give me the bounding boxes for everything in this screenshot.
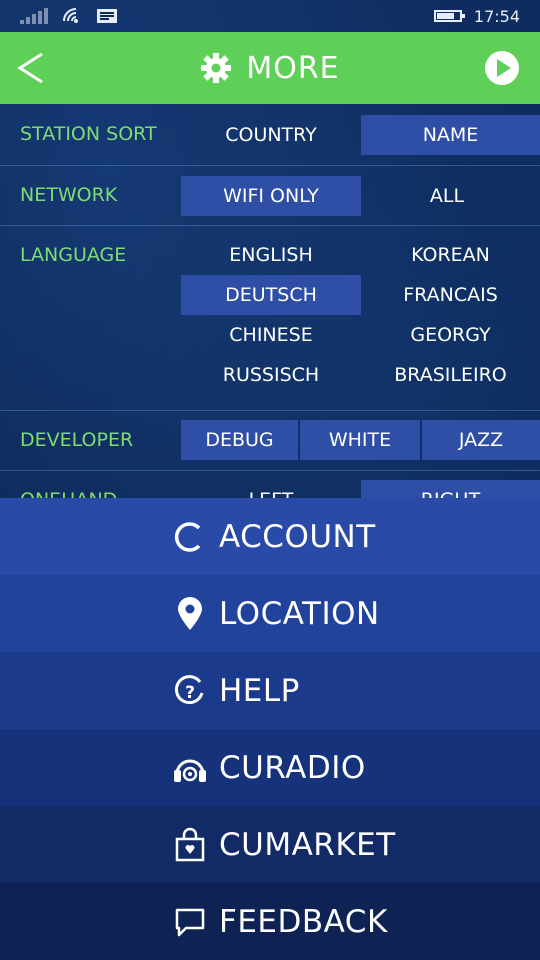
menu-item-curadio[interactable]: CURADIO: [0, 729, 540, 806]
onehand-left-option[interactable]: LEFT: [181, 480, 361, 498]
menu-item-cumarket[interactable]: CUMARKET: [0, 806, 540, 883]
location-pin-icon: [178, 596, 202, 630]
station-sort-name-option[interactable]: NAME: [361, 115, 540, 155]
language-deutsch-option[interactable]: DEUTSCH: [181, 275, 361, 315]
message-icon: [97, 9, 117, 23]
language-brasileiro-option[interactable]: BRASILEIRO: [361, 355, 540, 395]
network-all-option[interactable]: ALL: [361, 176, 533, 216]
language-georgy-option[interactable]: GEORGY: [361, 315, 540, 355]
network-label: NETWORK: [20, 184, 118, 206]
language-russisch-option[interactable]: RUSSISCH: [181, 355, 361, 395]
menu-item-feedback[interactable]: FEEDBACK: [0, 883, 540, 960]
settings-panel: STATION SORT COUNTRY NAME NETWORK WIFI O…: [0, 104, 540, 498]
developer-white-option[interactable]: WHITE: [300, 420, 420, 460]
svg-text:?: ?: [185, 683, 195, 703]
onehand-right-option[interactable]: RIGHT: [361, 480, 540, 498]
onehand-row: ONEHAND LEFT RIGHT: [0, 471, 540, 498]
more-menu: ACCOUNT LOCATION ? HELP CURADIO CUMARKET…: [0, 498, 540, 960]
network-row: NETWORK WIFI ONLY ALL: [0, 166, 540, 226]
developer-debug-option[interactable]: DEBUG: [181, 420, 298, 460]
menu-label-curadio: CURADIO: [219, 749, 366, 786]
menu-label-help: HELP: [219, 672, 300, 709]
headphones-icon: [174, 759, 206, 782]
language-row: LANGUAGE ENGLISH KOREAN DEUTSCH FRANCAIS…: [0, 226, 540, 411]
menu-item-location[interactable]: LOCATION: [0, 575, 540, 652]
language-english-option[interactable]: ENGLISH: [181, 235, 361, 275]
language-korean-option[interactable]: KOREAN: [361, 235, 540, 275]
onehand-label: ONEHAND: [20, 489, 117, 498]
help-icon: ?: [174, 674, 204, 704]
status-bar: 17:54: [0, 0, 540, 32]
menu-label-feedback: FEEDBACK: [219, 903, 388, 940]
battery-icon: [433, 10, 465, 22]
play-icon[interactable]: [484, 50, 520, 86]
menu-item-account[interactable]: ACCOUNT: [0, 498, 540, 575]
account-icon: [174, 521, 201, 552]
app-header: MORE: [0, 32, 540, 104]
chat-bubble-icon: [175, 908, 205, 936]
station-sort-label: STATION SORT: [20, 123, 157, 145]
signal-strength-icon: [20, 8, 48, 24]
menu-item-help[interactable]: ? HELP: [0, 652, 540, 729]
menu-label-location: LOCATION: [219, 595, 380, 632]
developer-jazz-option[interactable]: JAZZ: [422, 420, 540, 460]
developer-label: DEVELOPER: [20, 429, 134, 451]
network-wifi-only-option[interactable]: WIFI ONLY: [181, 176, 361, 216]
language-chinese-option[interactable]: CHINESE: [181, 315, 361, 355]
menu-label-account: ACCOUNT: [219, 518, 376, 555]
clock: 17:54: [473, 6, 520, 26]
menu-label-cumarket: CUMARKET: [219, 826, 396, 863]
shopping-bag-icon: [175, 827, 205, 861]
language-francais-option[interactable]: FRANCAIS: [361, 275, 540, 315]
station-sort-row: STATION SORT COUNTRY NAME: [0, 104, 540, 166]
wifi-icon: [63, 8, 78, 23]
back-icon[interactable]: [14, 50, 48, 86]
language-label: LANGUAGE: [20, 244, 127, 266]
page-title: MORE: [246, 50, 340, 86]
station-sort-country-option[interactable]: COUNTRY: [181, 115, 361, 155]
developer-row: DEVELOPER DEBUG WHITE JAZZ: [0, 411, 540, 471]
gear-icon: [201, 53, 232, 83]
